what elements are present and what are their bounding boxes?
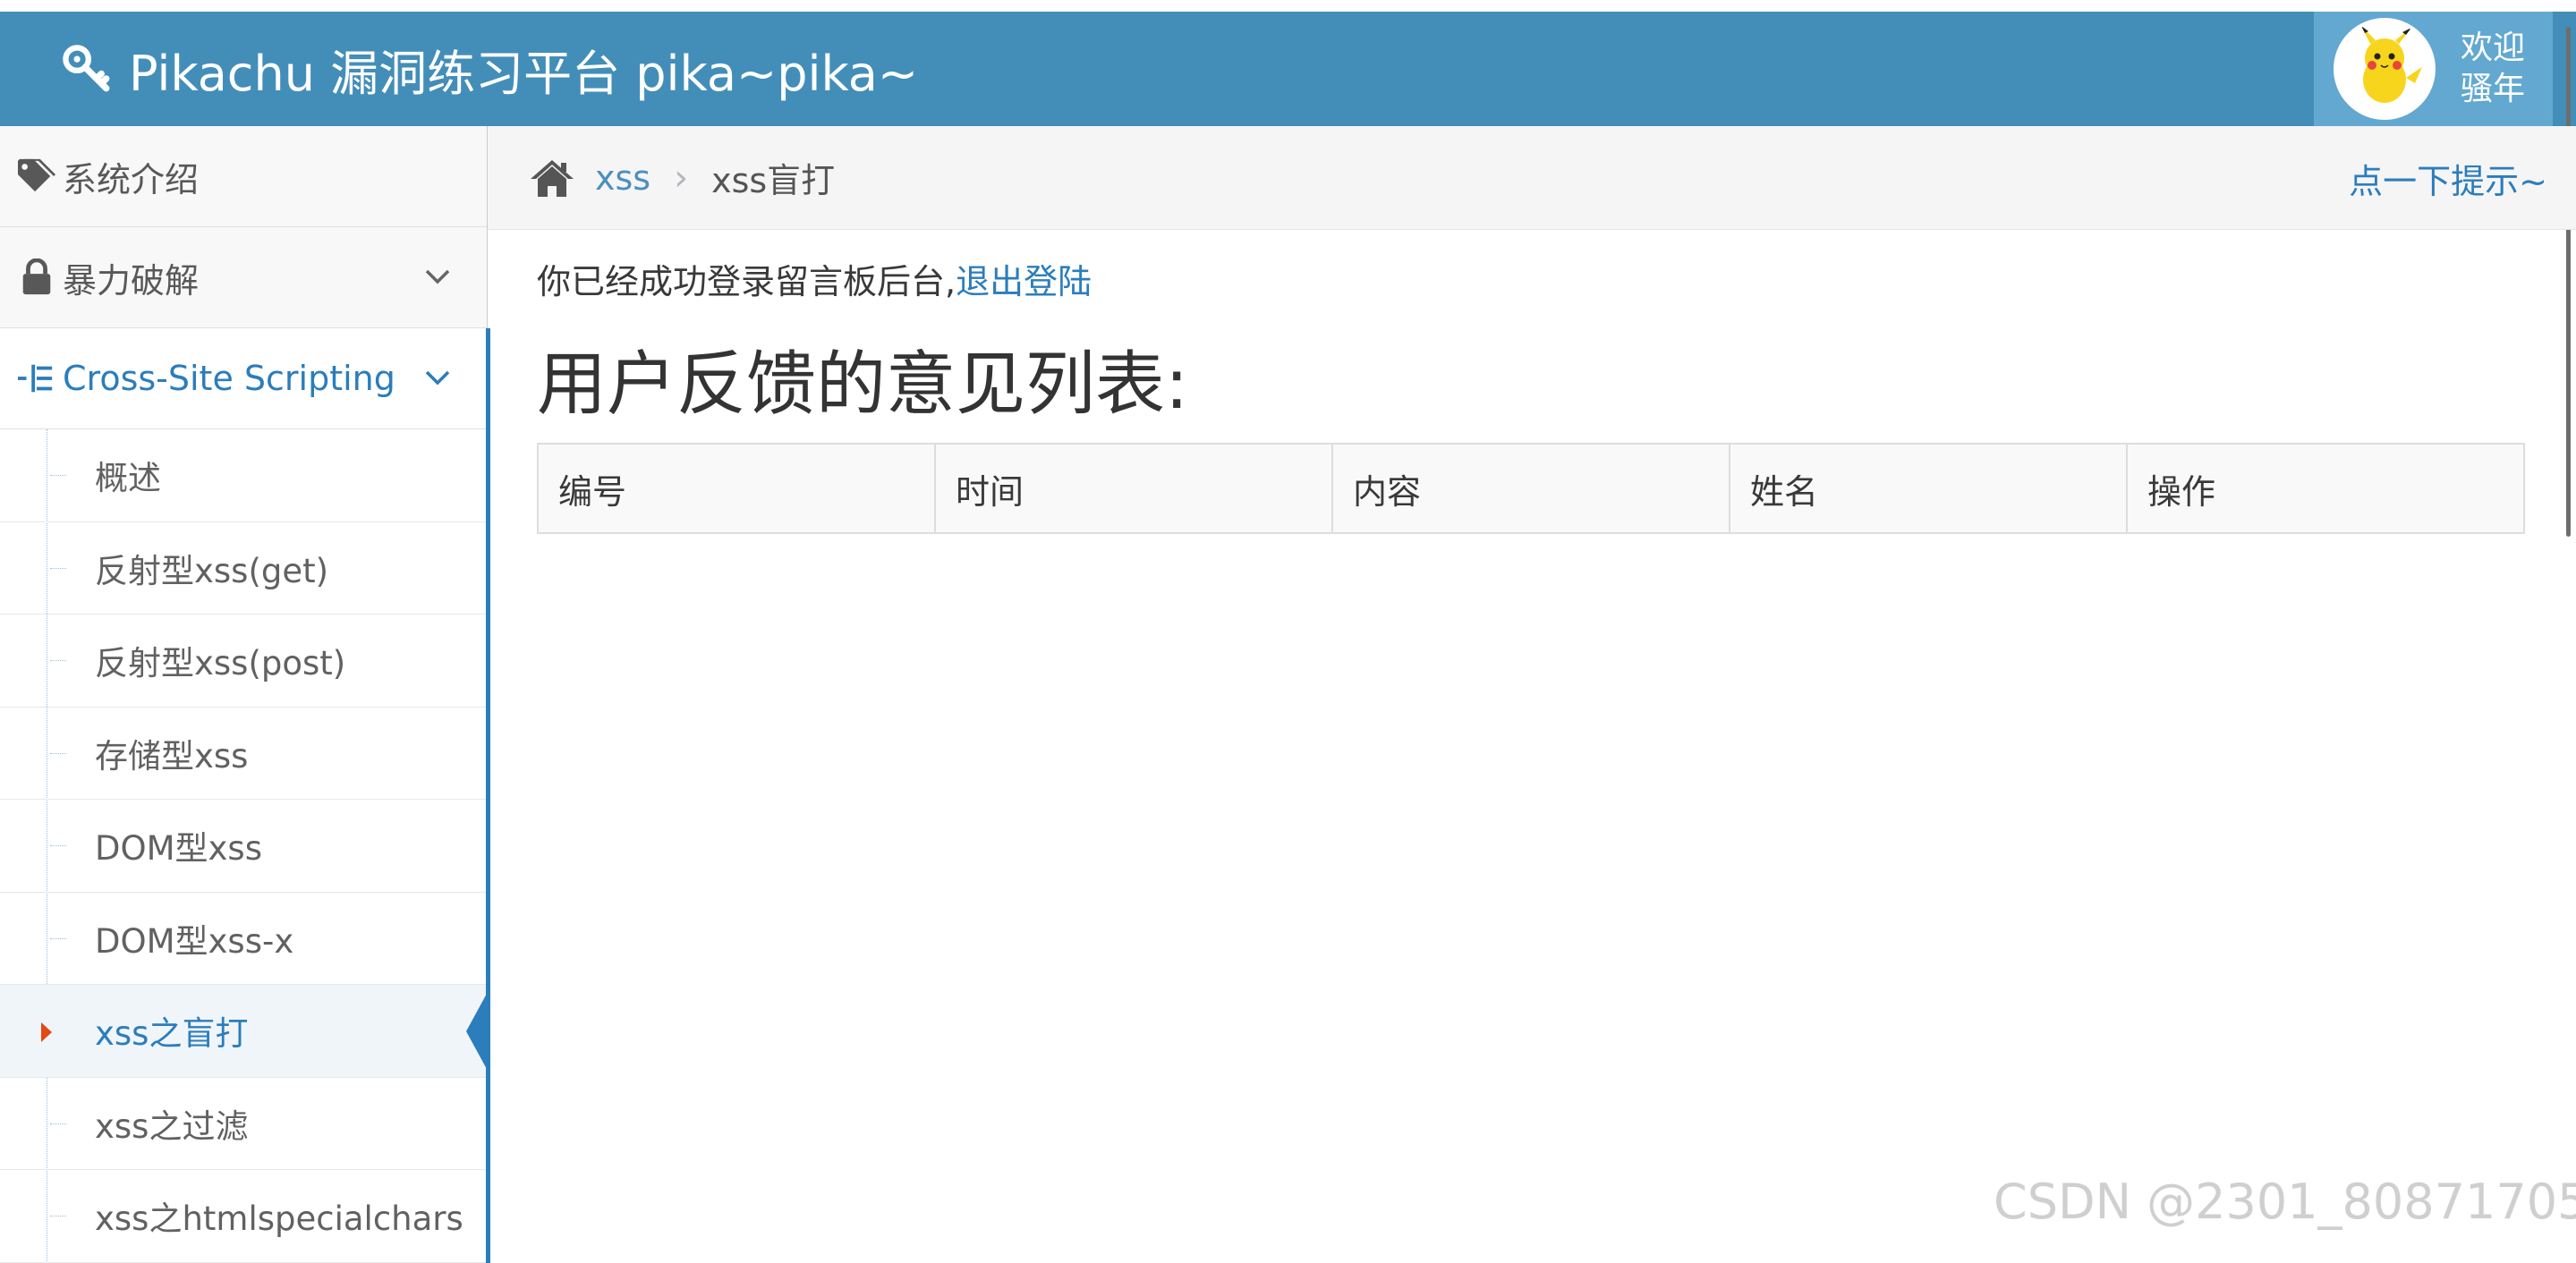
submenu-item-label: DOM型xss [95, 829, 262, 869]
caret-right-icon [41, 1022, 52, 1042]
submenu-item-htmlspecialchars[interactable]: xss之htmlspecialchars [0, 1170, 487, 1263]
submenu-item-reflected-get[interactable]: 反射型xss(get) [0, 522, 487, 615]
user-menu[interactable]: 欢迎 骚年 [2314, 12, 2553, 126]
column-header-id: 编号 [537, 443, 936, 534]
sidebar-item-xss[interactable]: Cross-Site Scripting [0, 328, 490, 429]
welcome-line-2: 骚年 [2461, 71, 2526, 107]
column-header-action: 操作 [2126, 443, 2525, 534]
submenu-item-filter[interactable]: xss之过滤 [0, 1078, 487, 1170]
breadcrumb-current: xss盲打 [711, 161, 836, 200]
chevron-right-icon: › [674, 157, 689, 199]
hint-link[interactable]: 点一下提示~ [2349, 126, 2547, 230]
key-icon [63, 45, 110, 92]
lock-icon [22, 259, 51, 295]
welcome-line-1: 欢迎 [2461, 30, 2526, 66]
scrollbar-track [2553, 12, 2576, 126]
submenu-item-dom-x[interactable]: DOM型xss-x [0, 893, 487, 985]
home-icon[interactable] [529, 157, 575, 199]
xss-submenu: 概述 反射型xss(get) 反射型xss(post) 存储型xss DOM型x… [0, 429, 490, 1263]
pikachu-avatar-icon [2361, 26, 2422, 103]
submenu-item-blind-xss[interactable]: xss之盲打 [0, 985, 488, 1078]
top-navbar: Pikachu 漏洞练习平台 pika~pika~ 欢迎 骚年 [0, 12, 2576, 126]
logout-link[interactable]: 退出登陆 [956, 254, 1092, 303]
page-title: 用户反馈的意见列表: [537, 344, 1189, 425]
sidebar-item-label: Cross-Site Scripting [63, 359, 395, 398]
active-pointer-icon [466, 992, 488, 1071]
submenu-item-overview[interactable]: 概述 [0, 429, 487, 522]
scrollbar-thumb[interactable] [2566, 27, 2571, 537]
column-header-content: 内容 [1331, 443, 1730, 534]
submenu-item-label: 概述 [95, 459, 161, 498]
breadcrumb-link-xss[interactable]: xss [595, 158, 650, 198]
watermark: CSDN @2301_80871705 [1994, 1174, 2576, 1230]
column-header-time: 时间 [934, 443, 1333, 534]
brand[interactable]: Pikachu 漏洞练习平台 pika~pika~ [61, 12, 918, 126]
main-content: 你已经成功登录留言板后台, 退出登陆 用户反馈的意见列表: 编号 时间 内容 姓名… [537, 230, 2529, 534]
submenu-item-label: xss之过滤 [95, 1106, 249, 1146]
site-title: Pikachu 漏洞练习平台 pika~pika~ [129, 45, 919, 102]
list-icon [18, 364, 53, 393]
submenu-item-label: 存储型xss [95, 736, 249, 776]
table-header-row: 编号 时间 内容 姓名 操作 [537, 443, 2525, 534]
sidebar-item-system-intro[interactable]: 系统介绍 [0, 126, 487, 227]
submenu-item-stored[interactable]: 存储型xss [0, 708, 487, 800]
submenu-item-label: xss之盲打 [95, 1014, 249, 1054]
tag-icon [18, 158, 55, 192]
sidebar-item-label: 暴力破解 [63, 260, 200, 301]
sidebar: 系统介绍 暴力破解 Cross-Site Scripting 概述 反射型xss… [0, 126, 490, 1263]
welcome-text: 欢迎 骚年 [2461, 28, 2525, 110]
submenu-item-label: xss之htmlspecialchars [95, 1199, 463, 1239]
submenu-item-label: 反射型xss(post) [95, 644, 346, 683]
avatar [2334, 18, 2436, 120]
submenu-item-label: 反射型xss(get) [95, 551, 329, 590]
breadcrumb: xss › xss盲打 点一下提示~ [488, 126, 2576, 230]
submenu-item-reflected-post[interactable]: 反射型xss(post) [0, 615, 487, 708]
submenu-item-label: DOM型xss-x [95, 921, 294, 961]
sidebar-item-label: 系统介绍 [63, 159, 200, 199]
sidebar-item-brute-force[interactable]: 暴力破解 [0, 227, 487, 328]
login-message-text: 你已经成功登录留言板后台, [537, 261, 956, 301]
chevron-down-icon [425, 269, 450, 284]
chevron-down-icon [425, 370, 450, 386]
login-message: 你已经成功登录留言板后台, 退出登陆 [537, 253, 2529, 303]
feedback-table: 编号 时间 内容 姓名 操作 [537, 443, 2525, 534]
submenu-item-dom[interactable]: DOM型xss [0, 800, 487, 893]
column-header-name: 姓名 [1729, 443, 2128, 534]
